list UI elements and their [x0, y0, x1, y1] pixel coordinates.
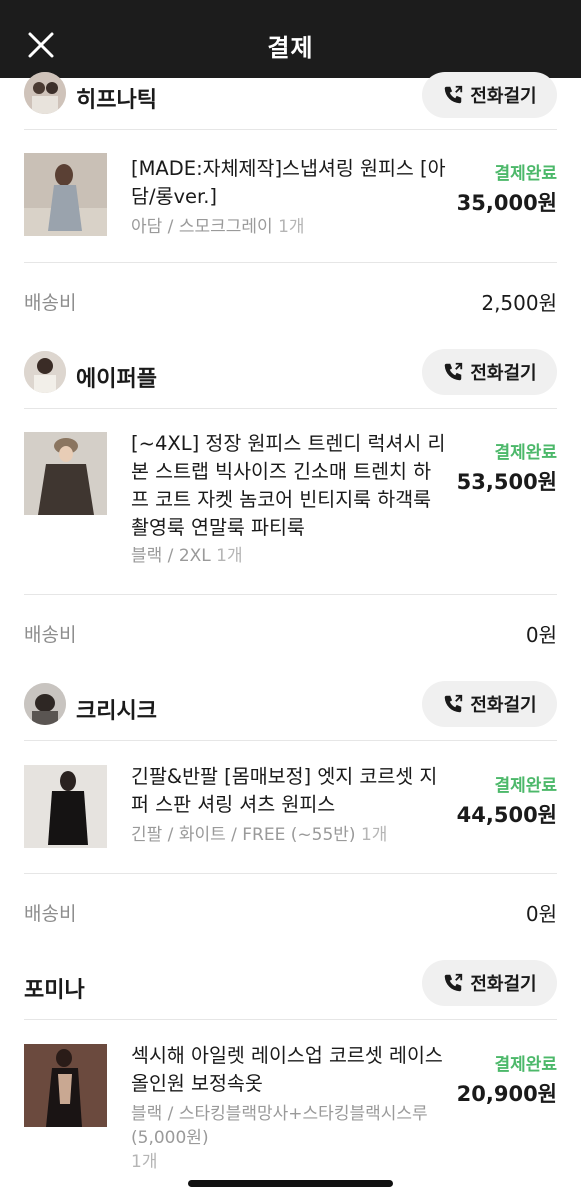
call-button[interactable]: 전화걸기 — [422, 681, 557, 727]
item-option: 아담 / 스모크그레이 1개 — [131, 217, 305, 237]
store-header: 히프나틱 전화걸기 — [0, 72, 581, 130]
item-name: [MADE:자체제작]스냅셔링 원피스 [아담/롱ver.] — [131, 157, 446, 208]
call-button[interactable]: 전화걸기 — [422, 72, 557, 118]
product-thumbnail — [24, 432, 107, 515]
status-badge: 결제완료 — [494, 443, 557, 463]
item-price: 35,000원 — [456, 191, 557, 215]
call-label: 전화걸기 — [470, 695, 537, 716]
divider — [24, 408, 557, 409]
item-name: 섹시해 아일렛 레이스업 코르셋 레이스 올인원 보정속옷 — [131, 1044, 443, 1095]
call-label: 전화걸기 — [470, 86, 537, 107]
status-badge: 결제완료 — [494, 164, 557, 184]
call-button[interactable]: 전화걸기 — [422, 960, 557, 1006]
item-price: 53,500원 — [456, 470, 557, 494]
call-button[interactable]: 전화걸기 — [422, 349, 557, 395]
shipping-fee: 0원 — [525, 623, 557, 647]
page-title: 결제 — [267, 34, 314, 62]
divider — [24, 740, 557, 741]
item-option: 긴팔 / 화이트 / FREE (~55반) 1개 — [131, 825, 388, 845]
store-name: 히프나틱 — [76, 88, 157, 113]
store-name: 에이퍼플 — [76, 367, 157, 392]
product-thumbnail — [24, 1044, 107, 1127]
status-badge: 결제완료 — [494, 1055, 557, 1075]
store-name: 크리시크 — [76, 699, 157, 724]
call-label: 전화걸기 — [470, 363, 537, 384]
shipping-label: 배송비 — [24, 624, 77, 646]
store-header: 포미나 전화걸기 — [0, 957, 581, 1039]
store-header: 크리시크 전화걸기 — [0, 678, 581, 760]
avatar — [24, 683, 66, 725]
item-price: 20,900원 — [456, 1082, 557, 1106]
store-header: 에이퍼플 전화걸기 — [0, 346, 581, 428]
shipping-label: 배송비 — [24, 903, 77, 925]
phone-call-icon — [445, 85, 463, 104]
item-option: 블랙 / 2XL 1개 — [131, 546, 243, 566]
store-name: 포미나 — [24, 978, 85, 1003]
product-thumbnail — [24, 765, 107, 848]
avatar — [24, 351, 66, 393]
divider — [24, 262, 557, 263]
divider — [24, 1019, 557, 1020]
home-indicator — [188, 1180, 393, 1187]
shipping-fee: 2,500원 — [481, 291, 557, 315]
divider — [24, 873, 557, 874]
shipping-label: 배송비 — [24, 292, 77, 314]
phone-call-icon — [445, 362, 463, 381]
phone-call-icon — [445, 973, 463, 992]
shipping-fee: 0원 — [525, 902, 557, 926]
product-thumbnail — [24, 153, 107, 236]
item-price: 44,500원 — [456, 803, 557, 827]
phone-call-icon — [445, 694, 463, 713]
item-name: 긴팔&반팔 [몸매보정] 엣지 코르셋 지퍼 스판 셔링 셔츠 원피스 — [131, 765, 438, 816]
call-label: 전화걸기 — [470, 974, 537, 995]
status-badge: 결제완료 — [494, 776, 557, 796]
divider — [24, 129, 557, 130]
divider — [24, 594, 557, 595]
top-bar: 결제 — [0, 0, 581, 78]
avatar — [24, 72, 66, 114]
item-name: [~4XL] 정장 원피스 트렌디 럭셔시 리본 스트랩 빅사이즈 긴소매 트렌… — [131, 432, 446, 539]
item-option: 블랙 / 스타킹블랙망사+스타킹블랙시스루 (5,000원) 1개 — [131, 1104, 428, 1172]
